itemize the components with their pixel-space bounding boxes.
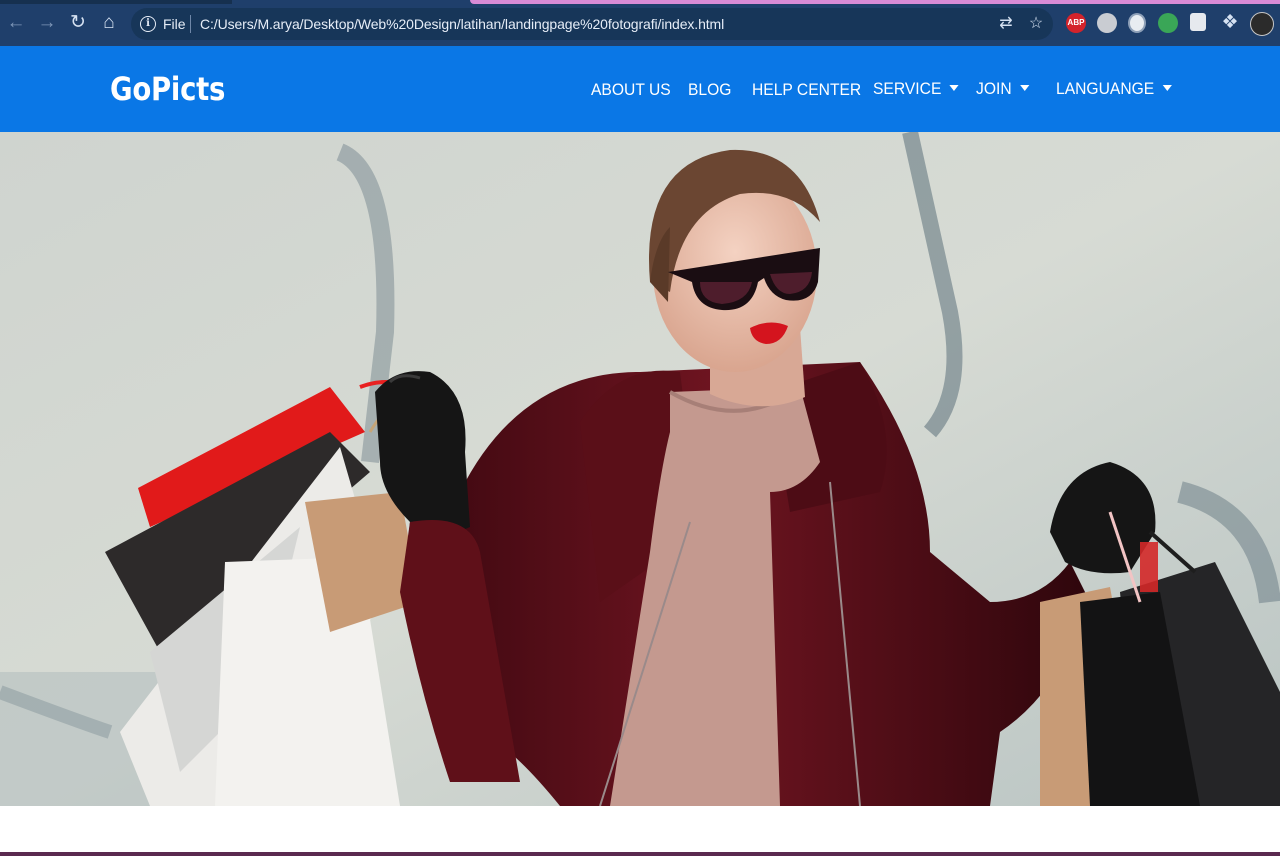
translate-icon[interactable]: ⇄ bbox=[997, 15, 1015, 33]
info-icon[interactable]: i bbox=[140, 16, 156, 32]
site-info-label[interactable]: File bbox=[163, 16, 186, 32]
nav-about-us[interactable]: ABOUT US bbox=[591, 80, 671, 100]
extension-icon[interactable] bbox=[1128, 13, 1146, 33]
profile-avatar[interactable] bbox=[1250, 12, 1274, 36]
brand-logo[interactable]: GoPicts bbox=[110, 70, 225, 108]
extension-icon[interactable] bbox=[1190, 13, 1206, 31]
extension-icon[interactable] bbox=[1158, 13, 1178, 33]
site-navbar: GoPicts ABOUT US BLOG HELP CENTER SERVIC… bbox=[0, 46, 1280, 132]
nav-service-label: SERVICE bbox=[873, 79, 942, 98]
nav-join-label: JOIN bbox=[976, 79, 1012, 98]
nav-language-dropdown[interactable]: LANGUANGE bbox=[1056, 79, 1172, 99]
caret-down-icon bbox=[949, 85, 959, 91]
nav-language-label: LANGUANGE bbox=[1056, 79, 1155, 98]
puzzle-icon[interactable]: ❖ bbox=[1219, 12, 1241, 34]
nav-service-dropdown[interactable]: SERVICE bbox=[873, 79, 959, 99]
nav-blog[interactable]: BLOG bbox=[688, 80, 731, 100]
reload-icon[interactable]: ↻ bbox=[67, 12, 89, 34]
tab-strip bbox=[0, 0, 232, 4]
back-icon[interactable]: ← bbox=[5, 12, 27, 34]
caret-down-icon bbox=[1162, 85, 1172, 91]
star-icon[interactable]: ☆ bbox=[1027, 15, 1045, 33]
forward-icon[interactable]: → bbox=[36, 12, 58, 34]
extension-icon[interactable] bbox=[1097, 13, 1117, 33]
caret-down-icon bbox=[1019, 85, 1030, 91]
tab-accent-bar bbox=[470, 0, 1280, 4]
home-icon[interactable]: ⌂ bbox=[98, 12, 120, 34]
address-bar[interactable]: i File C:/Users/M.arya/Desktop/Web%20Des… bbox=[131, 8, 1053, 40]
address-separator bbox=[190, 15, 191, 33]
nav-join-dropdown[interactable]: JOIN bbox=[976, 79, 1030, 99]
url-text[interactable]: C:/Users/M.arya/Desktop/Web%20Design/lat… bbox=[200, 16, 724, 32]
hero-image bbox=[0, 132, 1280, 806]
browser-toolbar: ← → ↻ ⌂ i File C:/Users/M.arya/Desktop/W… bbox=[0, 0, 1280, 46]
abp-label: ABP bbox=[1067, 18, 1085, 27]
nav-help-center[interactable]: HELP CENTER bbox=[752, 80, 861, 100]
abp-extension-icon[interactable]: ABP bbox=[1066, 13, 1086, 33]
page-bottom-divider bbox=[0, 852, 1280, 856]
